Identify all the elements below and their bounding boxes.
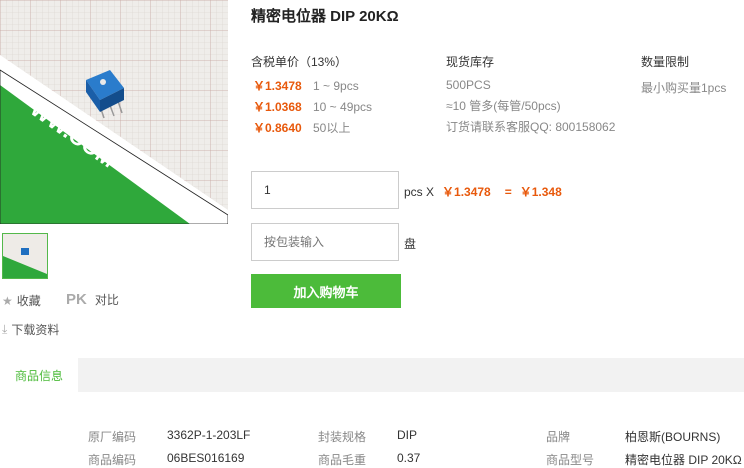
pk-badge: PK: [66, 291, 87, 308]
spec-label: 商品型号: [546, 453, 595, 467]
compare-label: 对比: [94, 293, 119, 307]
limit-header: 数量限制: [641, 55, 690, 69]
quantity-input[interactable]: [251, 171, 399, 209]
compare-button[interactable]: PK 对比: [66, 291, 119, 308]
tab-bar: [0, 358, 744, 392]
price-tier: ￥1.3478 1 ~ 9pcs: [253, 75, 372, 96]
limit-text: 最小购买量1pcs: [641, 81, 727, 95]
tier-qty: 10 ~ 49pcs: [313, 99, 373, 114]
stock-header: 现货库存: [446, 55, 495, 69]
tab-product-info[interactable]: 商品信息: [0, 358, 78, 392]
spec-value: 柏恩斯(BOURNS): [625, 430, 721, 444]
pack-unit: 盘: [404, 237, 417, 251]
pack-input[interactable]: [251, 223, 399, 261]
tier-price: ￥0.8640: [253, 121, 302, 135]
stock-quantity: 500PCS: [446, 78, 491, 92]
calc-total: ￥1.348: [519, 185, 562, 199]
calc-unit-price: ￥1.3478: [442, 185, 491, 199]
spec-value: DIP: [397, 428, 418, 442]
add-to-cart-button[interactable]: 加入购物车: [251, 274, 401, 308]
price-tier: ￥1.0368 10 ~ 49pcs: [253, 96, 372, 117]
spec-label: 商品编码: [88, 453, 137, 467]
stock-contact: 订货请联系客服QQ: 800158062: [446, 120, 616, 134]
spec-label: 原厂编码: [88, 430, 137, 444]
star-icon: ★: [2, 293, 13, 308]
price-tiers: ￥1.3478 1 ~ 9pcs ￥1.0368 10 ~ 49pcs ￥0.8…: [253, 75, 372, 138]
favorite-button[interactable]: ★ 收藏: [2, 292, 41, 309]
product-title: 精密电位器 DIP 20KΩ: [251, 8, 399, 25]
stock-packs: ≈10 管多(每管/50pcs): [446, 99, 561, 113]
download-label: 下载资料: [11, 323, 60, 337]
equals-sign: =: [504, 184, 512, 199]
spec-label: 商品毛重: [318, 453, 367, 467]
quantity-unit: pcs X: [404, 184, 435, 199]
tier-price: ￥1.3478: [253, 79, 302, 93]
spec-value: 0.37: [397, 451, 421, 465]
spec-value: 精密电位器 DIP 20KΩ: [625, 453, 742, 467]
price-header: 含税单价（13%）: [251, 55, 348, 69]
price-tier: ￥0.8640 50以上: [253, 117, 372, 138]
download-icon: ⤓: [2, 322, 8, 336]
tier-qty: 1 ~ 9pcs: [313, 78, 359, 93]
spec-value: 3362P-1-203LF: [167, 428, 251, 442]
product-image: WW.COM 迪维网: [0, 0, 228, 224]
tier-qty: 50以上: [313, 121, 351, 135]
spec-label: 品牌: [546, 430, 571, 444]
thumbnail-image[interactable]: [2, 233, 48, 279]
stock-info: 500PCS ≈10 管多(每管/50pcs) 订货请联系客服QQ: 80015…: [446, 75, 615, 138]
download-button[interactable]: ⤓ 下载资料: [2, 321, 59, 338]
price-calculation: pcs X ￥1.3478 = ￥1.348: [404, 183, 562, 200]
spec-label: 封装规格: [318, 430, 367, 444]
tier-price: ￥1.0368: [253, 100, 302, 114]
favorite-label: 收藏: [16, 294, 41, 308]
spec-value: 06BES016169: [167, 451, 245, 465]
